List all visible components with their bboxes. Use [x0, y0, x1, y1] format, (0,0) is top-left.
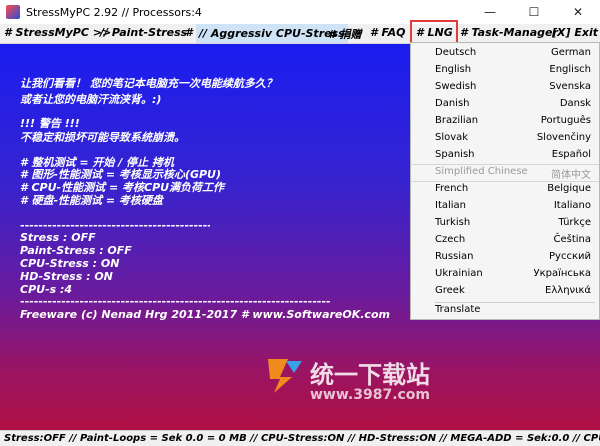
menu-task-manager[interactable]: # Task-Manager: [460, 26, 558, 39]
language-native: Dansk: [559, 98, 591, 109]
status-paint-stress: Paint-Stress : OFF: [20, 244, 132, 257]
language-name: English: [435, 64, 472, 75]
title-bar: StressMyPC 2.92 // Processors:4 — ☐ ✕: [0, 0, 600, 24]
language-item-spanish[interactable]: Spanish Español: [411, 148, 599, 164]
translate-item[interactable]: Translate: [411, 303, 599, 319]
language-native: Türkçe: [558, 217, 591, 228]
language-native: Ελληνικά: [545, 285, 591, 296]
menu-faq[interactable]: # FAQ: [370, 26, 405, 39]
language-item-simplified-chinese: Simplified Chinese 简体中文: [411, 164, 599, 182]
language-name: Turkish: [435, 217, 471, 228]
language-name: Ukrainian: [435, 268, 483, 279]
language-native: 简体中文: [551, 170, 591, 181]
language-item-deutsch[interactable]: Deutsch German: [411, 46, 599, 62]
text-line: # 硬盘-性能测试 = 考核硬盘: [20, 194, 163, 207]
menu-stressmypc[interactable]: # StressMyPC >>: [4, 26, 111, 39]
menu-bar: # StressMyPC >> // Paint-Stress # // Agg…: [0, 24, 600, 44]
language-item-danish[interactable]: Danish Dansk: [411, 97, 599, 113]
language-native: Svenska: [549, 81, 591, 92]
language-item-italian[interactable]: Italian Italiano: [411, 199, 599, 215]
language-name: Brazilian: [435, 115, 479, 126]
menu-donate[interactable]: # 捐赠: [328, 26, 361, 42]
warning-text: 不稳定和损坏可能导致系统崩溃。: [20, 131, 185, 144]
status-cpu-stress: CPU-Stress : ON: [20, 257, 120, 270]
status-text: Stress:OFF // Paint-Loops = Sek 0.0 = 0 …: [4, 433, 600, 444]
language-item-swedish[interactable]: Swedish Svenska: [411, 80, 599, 96]
language-item-french[interactable]: French Belgique: [411, 182, 599, 198]
window-controls: — ☐ ✕: [468, 0, 600, 24]
text-line: 或者让您的电脑汗流浃背。:): [20, 93, 162, 106]
language-name: Italian: [435, 200, 467, 211]
language-native: Čeština: [553, 234, 591, 245]
separator-line: ----------------------------------------…: [20, 295, 330, 308]
language-native: German: [550, 47, 591, 58]
language-item-english[interactable]: English Englisch: [411, 63, 599, 79]
minimize-button[interactable]: —: [468, 0, 512, 24]
close-button[interactable]: ✕: [556, 0, 600, 24]
status-hd-stress: HD-Stress : ON: [20, 270, 113, 283]
language-native: Русский: [549, 251, 591, 262]
language-native: Englisch: [549, 64, 591, 75]
freeware-line: Freeware (c) Nenad Hrg 2011-2017 # www.S…: [20, 308, 390, 321]
language-item-czech[interactable]: Czech Čeština: [411, 233, 599, 249]
language-native: Italiano: [553, 200, 591, 211]
menu-paint-stress[interactable]: // Paint-Stress: [100, 26, 187, 39]
language-item-russian[interactable]: Russian Русский: [411, 250, 599, 266]
language-native: Português: [540, 115, 591, 126]
language-name: Greek: [435, 285, 465, 296]
watermark-text: 统一下载站: [310, 361, 430, 389]
menu-exit[interactable]: [X] Exit: [552, 26, 598, 39]
language-item-slovak[interactable]: Slovak Slovenčiny: [411, 131, 599, 147]
language-name: Czech: [435, 234, 466, 245]
language-name: Spanish: [435, 149, 475, 160]
language-item-brazilian[interactable]: Brazilian Português: [411, 114, 599, 130]
language-item-turkish[interactable]: Turkish Türkçe: [411, 216, 599, 232]
language-item-ukrainian[interactable]: Ukrainian Українська: [411, 267, 599, 283]
language-name: Simplified Chinese: [435, 166, 528, 177]
menu-aggressive-cpu-stress[interactable]: // Aggressiv CPU-Stress: [196, 24, 348, 43]
watermark-url: www.3987.com: [310, 387, 431, 403]
watermark-logo-icon: [268, 359, 302, 393]
language-name: Deutsch: [435, 47, 477, 58]
language-name: French: [435, 183, 469, 194]
language-name: Slovak: [435, 132, 469, 143]
window-title: StressMyPC 2.92 // Processors:4: [26, 5, 202, 19]
watermark: 统一下载站 www.3987.com: [264, 355, 464, 415]
app-icon: [6, 5, 20, 19]
language-native: Українська: [533, 268, 592, 279]
language-dropdown: Deutsch German English Englisch Swedish …: [410, 42, 600, 320]
language-name: Swedish: [435, 81, 477, 92]
language-name: Danish: [435, 98, 470, 109]
translate-label: Translate: [435, 304, 481, 315]
language-item-greek[interactable]: Greek Ελληνικά: [411, 284, 599, 300]
maximize-button[interactable]: ☐: [512, 0, 556, 24]
status-stress: Stress : OFF: [20, 231, 96, 244]
text-line: 让我们看看！ 您的笔记本电脑充一次电能续航多久？: [20, 77, 277, 90]
status-bar: Stress:OFF // Paint-Loops = Sek 0.0 = 0 …: [0, 430, 600, 446]
language-native: Slovenčiny: [536, 132, 591, 143]
language-native: Español: [551, 149, 591, 160]
language-native: Belgique: [547, 183, 591, 194]
menu-hash[interactable]: #: [185, 26, 193, 39]
language-name: Russian: [435, 251, 474, 262]
